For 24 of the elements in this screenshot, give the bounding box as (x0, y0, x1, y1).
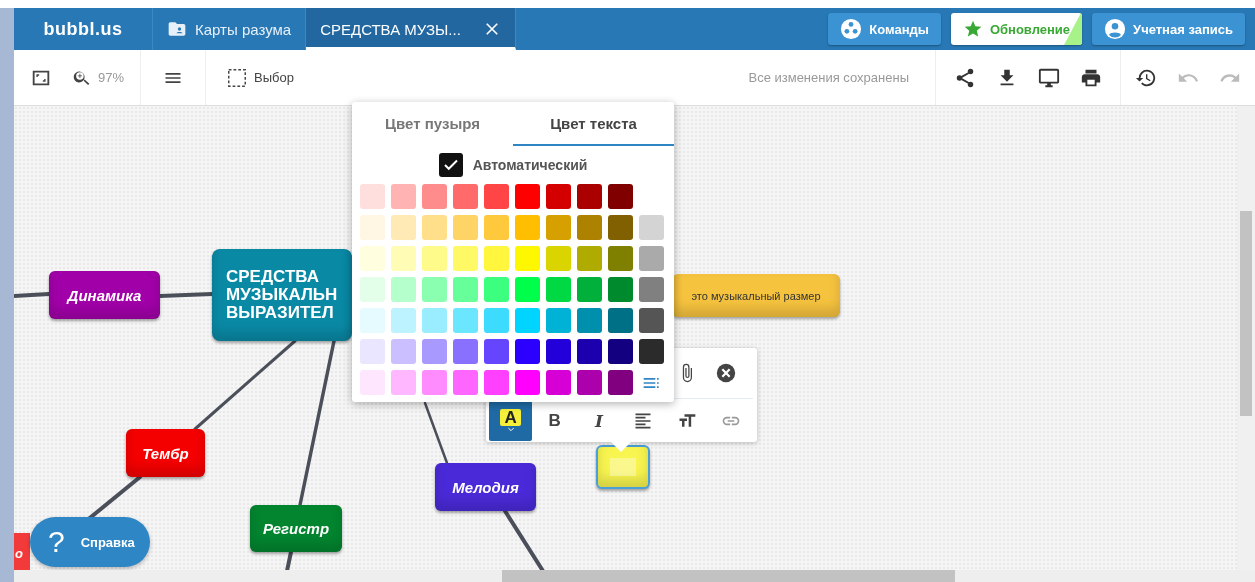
checkbox-label: Автоматический (472, 157, 588, 173)
topic-bubble[interactable]: Мелодия (435, 463, 536, 511)
topic-bubble[interactable]: Динамика (49, 271, 160, 319)
note-bubble[interactable]: это музыкальный размер (672, 274, 840, 317)
tab-label: СРЕДСТВА МУЗЫ... (320, 20, 461, 38)
topic-bubble[interactable]: Регистр (250, 505, 342, 552)
bold-button[interactable]: B (533, 401, 577, 441)
account-button[interactable]: Учетная запись (1092, 13, 1245, 45)
tab[interactable]: СРЕДСТВА МУЗЫ... (306, 8, 516, 50)
save-status: Все изменения сохранены (748, 70, 910, 85)
topic-bubble[interactable]: о (14, 533, 30, 573)
upgrade-button[interactable]: Обновление (950, 13, 1083, 45)
tab-label: Карты разума (195, 20, 292, 38)
color-tab[interactable]: Цвет текста (513, 102, 674, 146)
teams-button[interactable]: Команды (828, 13, 941, 45)
central-bubble[interactable]: СРЕДСТВА МУЗЫКАЛЬН ВЫРАЗИТЕЛ (212, 249, 352, 341)
help-button[interactable]: ? Справка (30, 517, 150, 567)
zoom-level: 97% (98, 70, 125, 85)
color-tab[interactable]: Цвет пузыря (352, 102, 513, 146)
topic-bubble[interactable]: Тембр (126, 429, 205, 477)
select-tool[interactable]: Выбор (254, 70, 294, 85)
italic-button[interactable]: I (577, 401, 621, 441)
app-logo[interactable]: bubbl.us (14, 8, 153, 50)
text-color-button[interactable]: A (489, 401, 533, 441)
